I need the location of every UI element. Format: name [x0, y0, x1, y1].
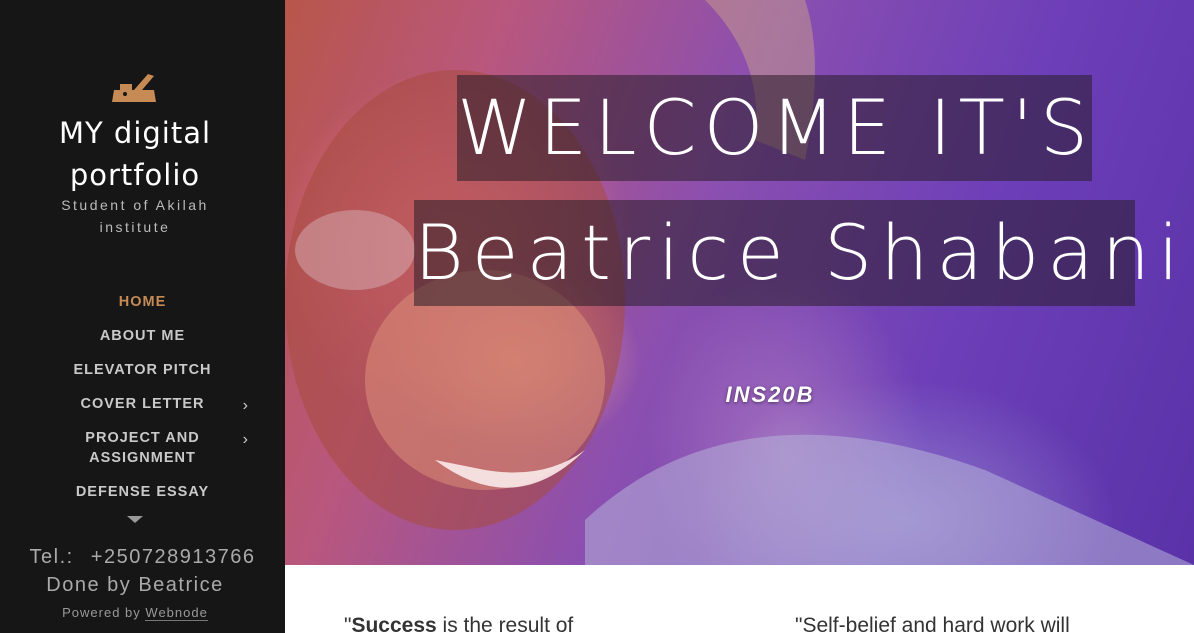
powered-by: Powered by Webnode: [10, 605, 260, 621]
chevron-right-icon[interactable]: ›: [243, 430, 249, 450]
nav-item-label: ELEVATOR PITCH: [73, 362, 212, 378]
nav-item-project-and-assignment[interactable]: PROJECT AND ASSIGNMENT ›: [0, 426, 285, 480]
footer-phone: Tel.: +250728913766: [29, 546, 256, 568]
main-nav: HOME ABOUT ME ELEVATOR PITCH COVER LETTE…: [0, 290, 285, 514]
hero-tagline: INS20B: [725, 382, 815, 407]
nav-item-elevator-pitch[interactable]: ELEVATOR PITCH: [0, 358, 285, 392]
quote-text: is the result of: [436, 614, 574, 633]
nav-item-label: PROJECT AND ASSIGNMENT: [85, 430, 200, 466]
hero-heading-line-1: WELCOME IT'S: [457, 75, 1092, 181]
footer-author: Done by Beatrice: [46, 574, 224, 596]
nav-item-cover-letter[interactable]: COVER LETTER ›: [0, 392, 285, 426]
nav-item-label: COVER LETTER: [80, 396, 205, 412]
quote-right: "Self-belief and hard work will: [795, 614, 1070, 633]
nav-item-about-me[interactable]: ABOUT ME: [0, 324, 285, 358]
hero-heading-line-2: Beatrice Shabani: [414, 200, 1179, 306]
powered-by-label: Powered by: [62, 605, 141, 620]
webnode-link[interactable]: Webnode: [145, 605, 208, 621]
quote-left: "Success is the result of: [344, 614, 573, 633]
sidebar: MY digital portfolio Student of Akilah i…: [0, 0, 285, 633]
site-title[interactable]: MY digital portfolio: [20, 112, 250, 196]
quote-keyword: Success: [351, 614, 437, 633]
nav-item-defense-essay[interactable]: DEFENSE ESSAY: [0, 480, 285, 514]
nav-item-home[interactable]: HOME: [0, 290, 285, 324]
site-subtitle: Student of Akilah institute: [61, 197, 209, 235]
caret-down-icon[interactable]: [127, 516, 143, 523]
chevron-right-icon[interactable]: ›: [243, 396, 249, 416]
hero-section: WELCOME IT'S Beatrice Shabani INS20B: [285, 0, 1194, 565]
plane-tool-icon[interactable]: [110, 70, 160, 104]
nav-item-label: ABOUT ME: [99, 328, 186, 344]
nav-item-label: HOME: [118, 294, 167, 310]
nav-item-label: DEFENSE ESSAY: [75, 484, 210, 500]
